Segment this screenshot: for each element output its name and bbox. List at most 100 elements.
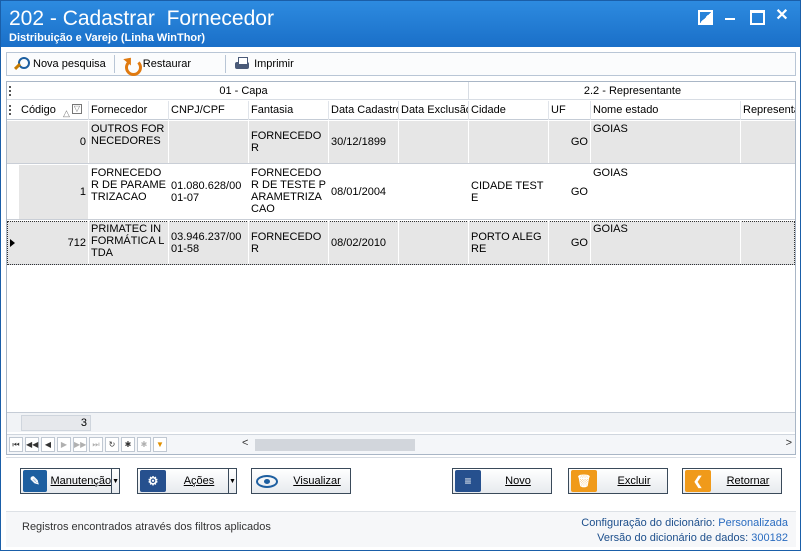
restore-icon <box>123 56 142 76</box>
versao-value: 300182 <box>751 532 788 544</box>
retornar-label: Retornar <box>726 475 770 487</box>
eye-icon <box>254 470 280 492</box>
nav-filter-icon[interactable]: ▼ <box>153 437 167 452</box>
nav-insert-icon[interactable]: ✱ <box>121 437 135 452</box>
imprimir-button[interactable]: Imprimir <box>228 54 300 74</box>
novo-button[interactable]: ≡ Novo <box>452 468 552 494</box>
scrollbar-thumb[interactable] <box>255 439 415 451</box>
cell-fornecedor: FORNECEDOR DE PARAMETRIZACAO <box>89 165 169 219</box>
config-label: Configuração do dicionário: <box>581 517 716 529</box>
cell-cnpj: 03.946.237/0001-58 <box>169 221 249 264</box>
header-nome-estado[interactable]: Nome estado <box>591 101 741 120</box>
group-header-row: 01 - Capa 2.2 - Representante <box>7 82 795 100</box>
imprimir-label: Imprimir <box>254 58 294 70</box>
cell-nome-estado: GOIAS <box>591 121 741 163</box>
cell-data-cadastro: 08/02/2010 <box>329 221 399 264</box>
cell-data-exclusao <box>399 121 469 163</box>
restaurar-button[interactable]: Restaurar <box>117 54 197 76</box>
cell-fantasia: FORNECEDOR <box>249 121 329 163</box>
close-icon[interactable]: ✕ <box>774 8 790 24</box>
cell-codigo: 0 <box>19 121 89 163</box>
nav-first-icon[interactable]: ⏮ <box>9 437 23 452</box>
scroll-right-icon[interactable]: > <box>786 437 792 449</box>
nav-next-icon[interactable]: ▶ <box>57 437 71 452</box>
status-message: Registros encontrados através dos filtro… <box>22 521 271 533</box>
table-row-selected[interactable]: 712 PRIMATEC INFORMÁTICA LTDA 03.946.237… <box>7 221 795 265</box>
nav-last-icon[interactable]: ⏭ <box>89 437 103 452</box>
versao-label: Versão do dicionário de dados: <box>597 532 749 544</box>
visualizar-button[interactable]: Visualizar <box>251 468 351 494</box>
header-cnpj[interactable]: CNPJ/CPF <box>169 101 249 120</box>
cell-cidade <box>469 121 549 163</box>
minimize-icon[interactable] <box>722 9 738 23</box>
horizontal-scrollbar[interactable]: < > <box>239 437 795 452</box>
cell-uf: GO <box>549 121 591 163</box>
header-representante[interactable]: Representante <box>741 101 795 120</box>
group-representante[interactable]: 2.2 - Representante <box>469 82 795 100</box>
title-bar: 202 - Cadastrar Fornecedor Distribuição … <box>1 1 800 47</box>
cell-codigo: 712 <box>19 221 89 264</box>
scroll-left-icon[interactable]: < <box>242 437 248 449</box>
cell-cidade: CIDADE TESTE <box>469 165 549 219</box>
config-value: Personalizada <box>718 517 788 529</box>
header-fantasia[interactable]: Fantasia <box>249 101 329 120</box>
novo-label: Novo <box>505 475 531 487</box>
cell-cnpj <box>169 121 249 163</box>
table-row[interactable]: 0 OUTROS FORNECEDORES FORNECEDOR 30/12/1… <box>7 121 795 164</box>
nav-edit-icon[interactable]: ✱ <box>137 437 151 452</box>
main-window: 202 - Cadastrar Fornecedor Distribuição … <box>0 0 801 551</box>
chevron-down-icon[interactable]: ▼ <box>111 469 119 493</box>
excluir-button[interactable]: 🗑 Excluir <box>568 468 668 494</box>
maximize-icon[interactable] <box>748 9 765 25</box>
restaurar-label: Restaurar <box>142 58 192 70</box>
table-row[interactable]: 1 FORNECEDOR DE PARAMETRIZACAO 01.080.62… <box>7 165 795 220</box>
header-codigo[interactable]: Código △ ▽ <box>19 101 89 120</box>
retornar-button[interactable]: ❮ Retornar <box>682 468 782 494</box>
maintenance-icon: ✎ <box>23 470 47 492</box>
excluir-label: Excluir <box>617 475 651 487</box>
actions-icon: ⚙ <box>140 470 166 492</box>
sort-asc-icon[interactable]: △ <box>63 104 70 120</box>
header-data-exclusao[interactable]: Data Exclusão <box>399 101 469 120</box>
cell-cidade: PORTO ALEGRE <box>469 221 549 264</box>
record-count: 3 <box>21 415 91 431</box>
header-codigo-label: Código <box>21 104 56 116</box>
toolbar: Nova pesquisa Restaurar Imprimir <box>6 52 796 76</box>
nav-next-page-icon[interactable]: ▶▶ <box>73 437 87 452</box>
header-uf[interactable]: UF <box>549 101 591 120</box>
header-fornecedor[interactable]: Fornecedor <box>89 101 169 120</box>
acoes-label: Ações <box>183 475 215 487</box>
skin-icon[interactable] <box>696 9 713 25</box>
back-icon: ❮ <box>685 470 711 492</box>
nav-prev-icon[interactable]: ◀ <box>41 437 55 452</box>
column-chooser-icon[interactable] <box>9 86 15 96</box>
header-cidade[interactable]: Cidade <box>469 101 549 120</box>
acoes-button[interactable]: ⚙ Ações ▼ <box>137 468 237 494</box>
cell-uf: GO <box>549 165 591 219</box>
window-title: 202 - Cadastrar Fornecedor <box>9 7 274 30</box>
row-indicator-icon <box>10 239 15 247</box>
toolbar-separator <box>225 55 227 73</box>
chevron-down-icon[interactable]: ▼ <box>228 469 236 493</box>
dictionary-info: Configuração do dicionário: Personalizad… <box>581 516 788 546</box>
cell-nome-estado: GOIAS <box>591 221 741 264</box>
window-controls: ✕ <box>696 8 790 25</box>
cell-data-cadastro: 08/01/2004 <box>329 165 399 219</box>
cell-representante <box>741 221 795 264</box>
row-chooser-icon[interactable] <box>9 105 15 115</box>
manutencao-button[interactable]: ✎ Manutenção ▼ <box>20 468 120 494</box>
nav-refresh-icon[interactable]: ↻ <box>105 437 119 452</box>
nav-prev-page-icon[interactable]: ◀◀ <box>25 437 39 452</box>
nova-pesquisa-button[interactable]: Nova pesquisa <box>7 54 112 74</box>
cell-fornecedor: PRIMATEC INFORMÁTICA LTDA <box>89 221 169 264</box>
toolbar-separator <box>113 55 115 73</box>
printer-icon <box>234 56 250 72</box>
trash-icon: 🗑 <box>571 470 597 492</box>
action-bar: ✎ Manutenção ▼ ⚙ Ações ▼ Visualizar ≡ No… <box>6 457 796 507</box>
cell-cnpj: 01.080.628/0001-07 <box>169 165 249 219</box>
group-capa[interactable]: 01 - Capa <box>19 82 469 100</box>
search-icon <box>13 56 30 72</box>
fornecedores-grid[interactable]: 01 - Capa 2.2 - Representante Código △ ▽… <box>6 81 796 455</box>
header-data-cadastro[interactable]: Data Cadastro <box>329 101 399 120</box>
filter-icon[interactable]: ▽ <box>71 104 82 114</box>
